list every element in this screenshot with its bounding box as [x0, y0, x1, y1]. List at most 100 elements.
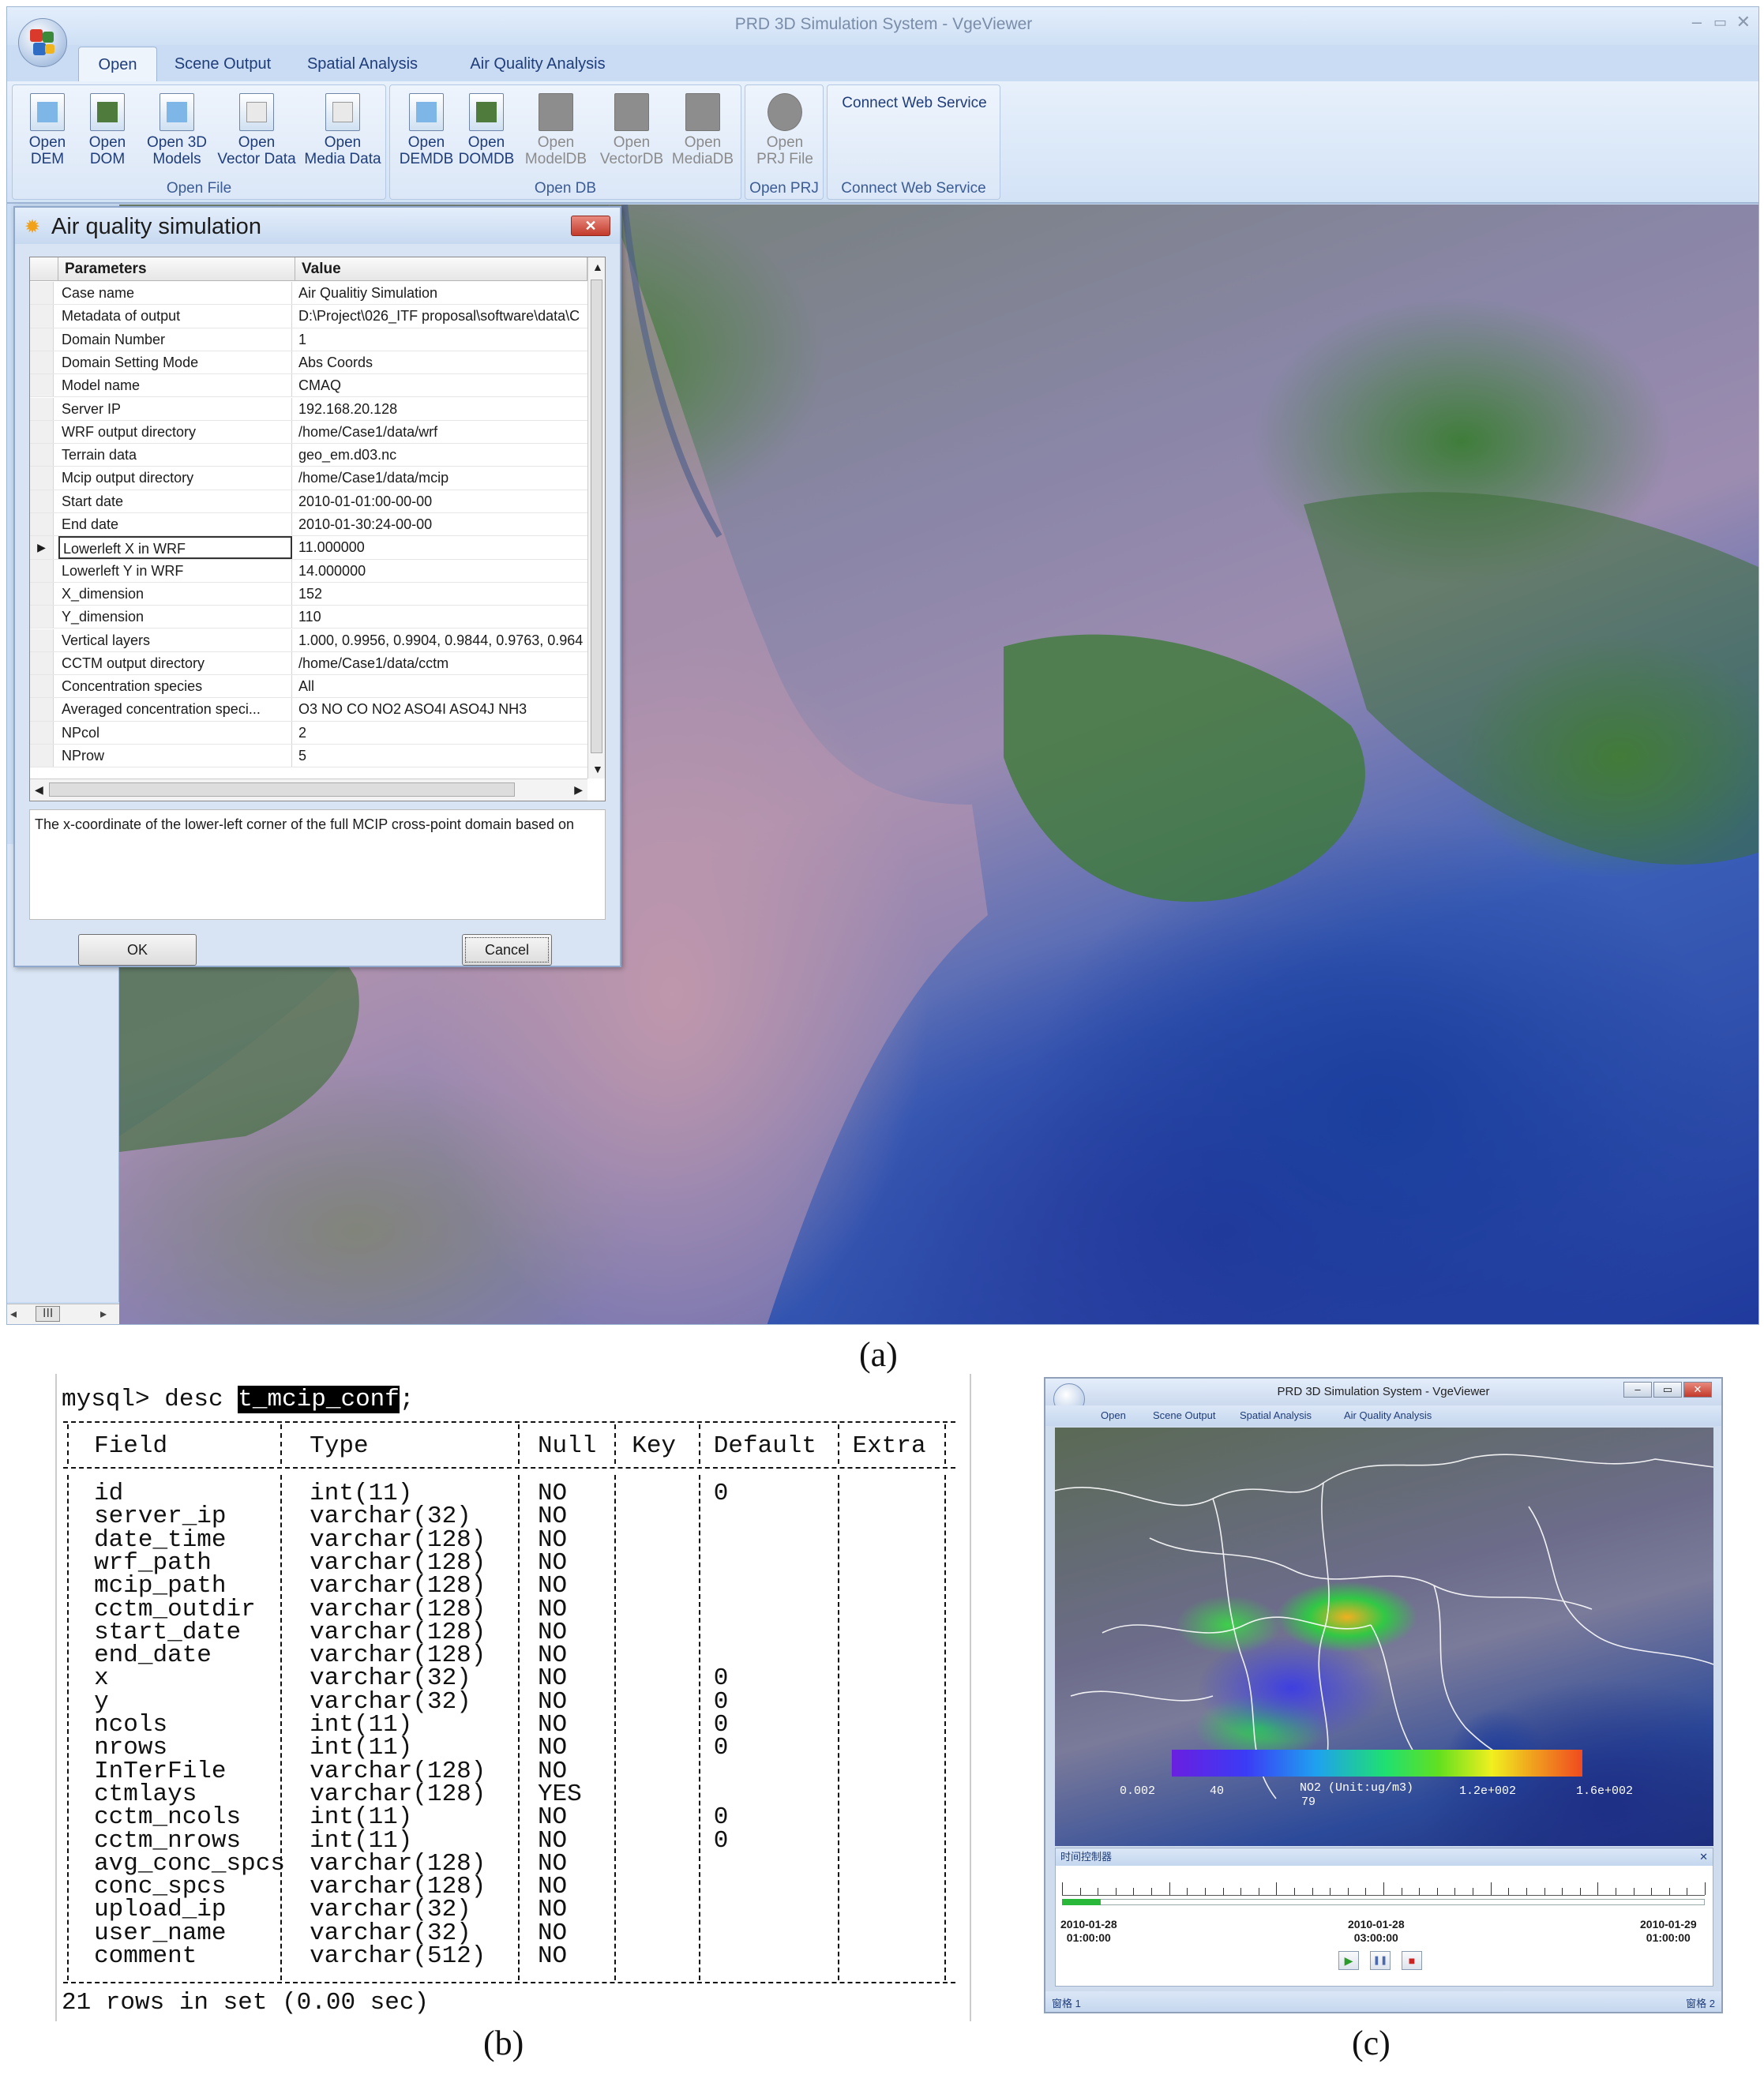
value-cell[interactable]: Air Qualitiy Simulation	[295, 282, 587, 304]
scroll-left-icon[interactable]: ◂	[10, 1306, 17, 1322]
open-dem-button[interactable]: Open DEM	[16, 93, 79, 167]
no2-concentration-map[interactable]: NO2 (Unit:ug/m3) 0.002 40 79 1.2e+002 1.…	[1055, 1428, 1713, 1846]
value-cell[interactable]: 192.168.20.128	[295, 398, 587, 420]
parameter-cell[interactable]: Start date	[58, 490, 292, 512]
open-3d-models-button[interactable]: Open 3D Models	[139, 93, 215, 167]
value-cell[interactable]: 1	[295, 328, 587, 351]
open-modeldb-button[interactable]: Open ModelDB	[524, 93, 587, 167]
parameter-cell[interactable]: WRF output directory	[58, 420, 292, 444]
value-cell[interactable]: 14.000000	[295, 560, 587, 582]
parameter-cell[interactable]: Case name	[58, 282, 292, 305]
column-header-value[interactable]: Value	[295, 257, 587, 281]
parameter-cell[interactable]: NProw	[58, 745, 292, 767]
parameter-cell[interactable]: NPcol	[58, 721, 292, 744]
grid-row[interactable]: Domain Number 1	[30, 328, 587, 351]
timeline-ruler[interactable]	[1062, 1882, 1706, 1896]
tab-scene-output[interactable]: Scene Output	[163, 47, 282, 81]
horizontal-scrollbar[interactable]: ◂ III ▸	[7, 1304, 119, 1324]
close-button[interactable]: ✕	[1736, 12, 1751, 32]
play-button[interactable]: ▶	[1338, 1951, 1359, 1970]
row-selector[interactable]	[30, 629, 54, 651]
row-selector[interactable]: ▶	[30, 536, 54, 559]
value-cell[interactable]: 2010-01-30:24-00-00	[295, 513, 587, 535]
value-cell[interactable]: All	[295, 675, 587, 697]
parameter-cell[interactable]: Averaged concentration speci...	[58, 698, 292, 721]
parameter-cell[interactable]: X_dimension	[58, 582, 292, 606]
time-controller-close-icon[interactable]: ✕	[1699, 1851, 1708, 1863]
value-cell[interactable]: 2010-01-01:00-00-00	[295, 490, 587, 512]
scroll-thumb[interactable]: III	[36, 1306, 61, 1322]
tab-open[interactable]: Open	[78, 47, 157, 81]
row-selector[interactable]	[30, 675, 54, 698]
open-dom-button[interactable]: Open DOM	[76, 93, 139, 167]
value-cell[interactable]: D:\Project\026_ITF proposal\software\dat…	[295, 305, 587, 327]
grid-row[interactable]: Lowerleft Y in WRF 14.000000	[30, 559, 587, 583]
value-cell[interactable]: /home/Case1/data/mcip	[295, 467, 587, 489]
parameter-cell[interactable]: Concentration species	[58, 675, 292, 698]
grid-row[interactable]: Case name Air Qualitiy Simulation	[30, 282, 587, 306]
parameter-cell[interactable]: Server IP	[58, 397, 292, 420]
grid-row[interactable]: NPcol 2	[30, 721, 587, 745]
row-selector[interactable]	[30, 351, 54, 374]
grid-row[interactable]: Start date 2010-01-01:00-00-00	[30, 490, 587, 513]
value-cell[interactable]: 110	[295, 606, 587, 628]
grid-row[interactable]: NProw 5	[30, 745, 587, 768]
open-media-data-button[interactable]: Open Media Data	[300, 93, 385, 167]
row-selector[interactable]	[30, 651, 54, 675]
parameter-cell[interactable]: Domain Setting Mode	[58, 351, 292, 374]
value-cell[interactable]: geo_em.d03.nc	[295, 444, 587, 466]
parameter-cell[interactable]: Terrain data	[58, 444, 292, 467]
row-selector[interactable]	[30, 397, 54, 420]
open-mediadb-button[interactable]: Open MediaDB	[666, 93, 739, 167]
tab-air-quality-analysis[interactable]: Air Quality Analysis	[1344, 1409, 1432, 1421]
grid-row[interactable]: Vertical layers 1.000, 0.9956, 0.9904, 0.…	[30, 629, 587, 652]
grid-row[interactable]: Averaged concentration speci... O3 NO CO …	[30, 698, 587, 722]
parameter-cell[interactable]: Domain Number	[58, 328, 292, 351]
tab-open[interactable]: Open	[1101, 1409, 1126, 1421]
row-selector[interactable]	[30, 420, 54, 444]
parameter-cell[interactable]: Vertical layers	[58, 629, 292, 651]
parameter-cell[interactable]: Model name	[58, 374, 292, 397]
row-selector[interactable]	[30, 444, 54, 467]
grid-scroll-thumb[interactable]	[591, 280, 602, 753]
row-selector[interactable]	[30, 606, 54, 629]
value-cell[interactable]: 152	[295, 583, 587, 605]
connect-web-service-button[interactable]: Connect Web Service	[835, 92, 993, 111]
parameter-cell[interactable]: Metadata of output	[58, 305, 292, 328]
value-cell[interactable]: 11.000000	[295, 536, 587, 558]
cancel-button[interactable]: Cancel	[462, 934, 552, 966]
parameter-cell[interactable]: CCTM output directory	[58, 651, 292, 675]
tab-air-quality-analysis[interactable]: Air Quality Analysis	[443, 47, 632, 81]
column-header-parameters[interactable]: Parameters	[58, 257, 295, 281]
row-selector[interactable]	[30, 490, 54, 512]
tab-spatial-analysis[interactable]: Spatial Analysis	[291, 47, 433, 81]
grid-vertical-scrollbar[interactable]: ▲ ▼	[587, 257, 605, 779]
row-selector[interactable]	[30, 559, 54, 582]
parameter-grid[interactable]: Parameters Value Case name Air Qualitiy S…	[29, 257, 606, 801]
pause-button[interactable]: ❚❚	[1370, 1951, 1391, 1970]
value-cell[interactable]: 1.000, 0.9956, 0.9904, 0.9844, 0.9763, 0…	[295, 629, 587, 651]
row-selector[interactable]	[30, 513, 54, 536]
ok-button[interactable]: OK	[78, 934, 197, 966]
app-menu-icon[interactable]	[18, 18, 67, 67]
open-demdb-button[interactable]: Open DEMDB	[395, 93, 458, 167]
grid-horizontal-scrollbar[interactable]: ◀ ▶	[30, 779, 587, 801]
grid-hscroll-thumb[interactable]	[49, 782, 515, 797]
grid-row[interactable]: Mcip output directory/home/Case1/data/mc…	[30, 467, 587, 490]
row-selector[interactable]	[30, 305, 54, 328]
value-cell[interactable]: 2	[295, 722, 587, 744]
stop-button[interactable]: ■	[1402, 1951, 1422, 1970]
row-selector[interactable]	[30, 374, 54, 397]
grid-row[interactable]: Terrain data geo_em.d03.nc	[30, 444, 587, 467]
row-selector[interactable]	[30, 745, 54, 767]
value-cell[interactable]: /home/Case1/data/wrf	[295, 421, 587, 443]
grid-row[interactable]: CCTM output directory/home/Case1/data/cc…	[30, 651, 587, 676]
value-cell[interactable]: Abs Coords	[295, 351, 587, 373]
grid-row[interactable]: WRF output directory/home/Case1/data/wrf	[30, 420, 587, 445]
grid-row[interactable]: Model name CMAQ	[30, 374, 587, 398]
grid-row[interactable]: Domain Setting Mode Abs Coords	[30, 351, 587, 375]
row-selector[interactable]	[30, 282, 54, 305]
minimize-button[interactable]: –	[1692, 12, 1702, 32]
row-selector[interactable]	[30, 698, 54, 721]
value-cell[interactable]: CMAQ	[295, 374, 587, 396]
